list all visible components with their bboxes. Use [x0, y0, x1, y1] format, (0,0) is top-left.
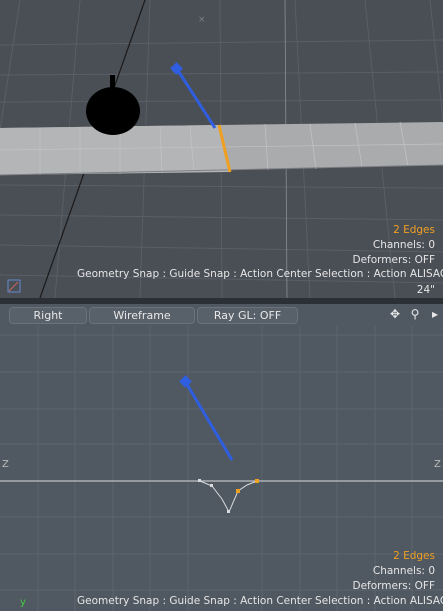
- guide-handle: [179, 375, 192, 388]
- ball-object: [86, 75, 140, 135]
- top-hud: 2 Edges Channels: 0 Deformers: OFF: [353, 223, 436, 268]
- z-axis-label-left: Z: [2, 459, 9, 470]
- guide-line: [175, 68, 217, 129]
- mesh-profile: [199, 480, 258, 514]
- selected-vertex: [255, 479, 259, 483]
- axis-gizmo-icon: [7, 279, 21, 293]
- status-line: Geometry Snap : Guide Snap : Action Cent…: [77, 268, 443, 280]
- selection-count: 2 Edges: [393, 550, 435, 562]
- deformers-status: Deformers: OFF: [352, 254, 436, 266]
- guide-line: [183, 380, 234, 461]
- right-viewport[interactable]: Right Wireframe Ray GL: OFF ✥ ⚲ ▸ Z Z 2 …: [0, 304, 443, 611]
- view-selector-button[interactable]: Right: [9, 307, 87, 324]
- selection-count: 2 Edges: [393, 224, 435, 236]
- z-axis-label-right: Z: [434, 459, 441, 470]
- selected-vertex: [236, 489, 240, 493]
- svg-text:×: ×: [198, 15, 206, 25]
- status-line: Geometry Snap : Guide Snap : Action Cent…: [77, 595, 443, 607]
- distance-readout: 24": [416, 284, 435, 296]
- viewport-menu-arrow-icon[interactable]: ▸: [428, 307, 442, 321]
- viewport-toolbar: Right Wireframe Ray GL: OFF ✥ ⚲ ▸: [0, 304, 443, 326]
- bottom-hud: 2 Edges Channels: 0 Deformers: OFF: [353, 549, 436, 594]
- zoom-view-icon[interactable]: ⚲: [408, 307, 422, 321]
- deformers-status: Deformers: OFF: [352, 580, 436, 592]
- perspective-viewport[interactable]: × 2 Edges Channels: 0 Deformers: OFF Geo…: [0, 0, 443, 298]
- channels-status: Channels: 0: [372, 239, 435, 251]
- move-view-icon[interactable]: ✥: [388, 307, 402, 321]
- shading-mode-button[interactable]: Wireframe: [89, 307, 195, 324]
- channels-status: Channels: 0: [372, 565, 435, 577]
- raygl-toggle-button[interactable]: Ray GL: OFF: [197, 307, 298, 324]
- y-axis-label: y: [20, 597, 26, 608]
